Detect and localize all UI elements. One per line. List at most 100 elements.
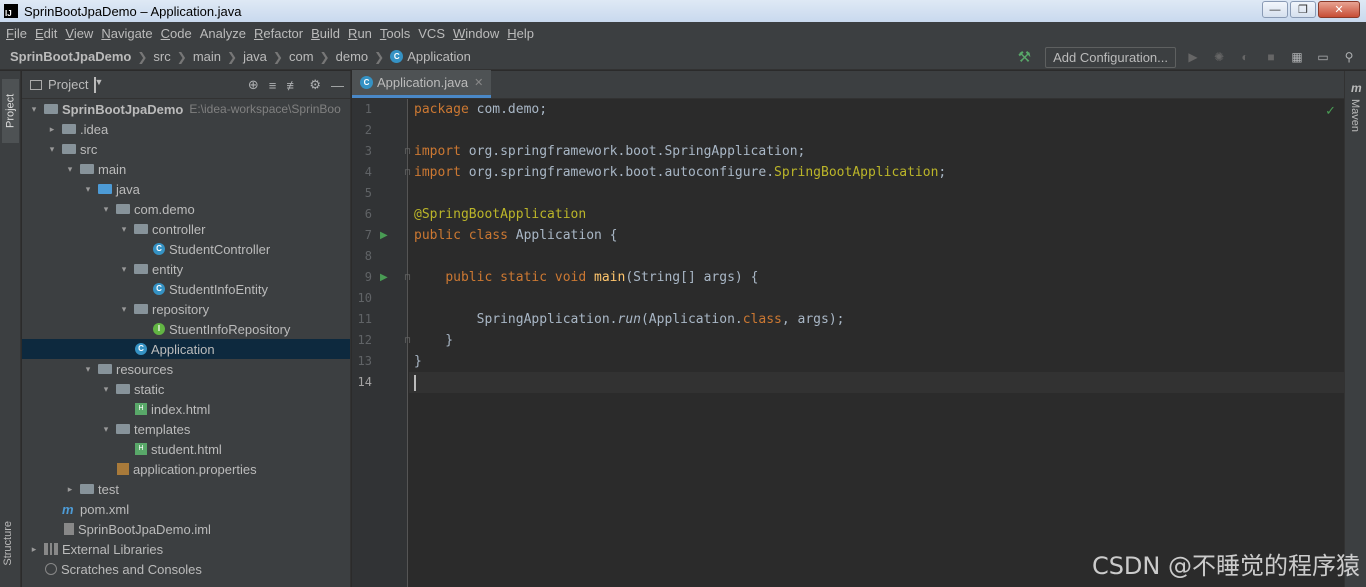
tree-node[interactable]: ▾ resources [22, 359, 350, 379]
editor-tab-application[interactable]: C Application.java ✕ [352, 70, 492, 98]
tree-node[interactable]: SprinBootJpaDemo.iml [22, 519, 350, 539]
chevron-down-icon[interactable]: ▾ [82, 184, 94, 195]
tree-node[interactable]: ▾ entity [22, 259, 350, 279]
menu-analyze[interactable]: Analyze [198, 26, 252, 41]
run-gutter-icon[interactable]: ▶ [380, 225, 388, 246]
tree-node[interactable]: ▾ repository [22, 299, 350, 319]
breadcrumb-item[interactable]: C Application [390, 49, 471, 64]
tree-node[interactable]: C Application [22, 339, 350, 359]
menu-help[interactable]: Help [505, 26, 540, 41]
menu-tools[interactable]: Tools [378, 26, 416, 41]
breadcrumb-item[interactable]: main [193, 49, 221, 64]
structure-tool-tab[interactable]: Structure [2, 521, 14, 566]
tree-node[interactable]: ▾ controller [22, 219, 350, 239]
tree-node-label: controller [152, 221, 206, 237]
tree-node[interactable]: ▸ .idea [22, 119, 350, 139]
code-text: } [414, 354, 422, 369]
menu-refactor[interactable]: Refactor [252, 26, 309, 41]
collapse-all-icon[interactable]: ≢ [286, 78, 299, 93]
menu-build[interactable]: Build [309, 26, 346, 41]
tree-node[interactable]: Scratches and Consoles [22, 559, 350, 579]
code-line: public static void main(String[] args) { [409, 267, 1344, 288]
chevron-down-icon[interactable]: ▾ [118, 224, 130, 235]
project-tool-tab[interactable]: Project [2, 79, 19, 143]
build-hammer-icon[interactable]: ⚒ [1018, 48, 1031, 66]
window-title: SprinBootJpaDemo – Application.java [24, 3, 242, 19]
breadcrumb-item[interactable]: com [289, 49, 314, 64]
expand-all-icon[interactable]: ≡ [269, 78, 277, 93]
chevron-down-icon[interactable]: ▼ [94, 76, 103, 93]
locate-file-icon[interactable]: ⊕ [248, 77, 259, 93]
tree-node[interactable]: ▾ java [22, 179, 350, 199]
code-area[interactable]: package com.demo; import org.springframew… [409, 99, 1344, 587]
breadcrumb-item[interactable]: SprinBootJpaDemo [10, 49, 131, 64]
project-structure-icon[interactable]: ▦ [1288, 50, 1306, 64]
hide-panel-icon[interactable]: — [331, 78, 344, 93]
chevron-down-icon[interactable]: ▾ [28, 104, 40, 115]
tree-node-label: .idea [80, 121, 109, 137]
package-icon [134, 264, 148, 274]
debug-icon[interactable]: ✺ [1210, 50, 1228, 64]
tree-node[interactable]: ▸ test [22, 479, 350, 499]
project-panel-title[interactable]: Project [48, 77, 88, 92]
chevron-down-icon[interactable]: ▾ [100, 424, 112, 435]
tree-node-label: SprinBootJpaDemo.iml [78, 521, 211, 537]
tree-node[interactable]: ▾ templates [22, 419, 350, 439]
menu-run[interactable]: Run [346, 26, 378, 41]
menu-edit[interactable]: Edit [33, 26, 63, 41]
menu-vcs[interactable]: VCS [416, 26, 451, 41]
chevron-down-icon[interactable]: ▾ [82, 364, 94, 375]
chevron-right-icon[interactable]: ▸ [64, 484, 76, 495]
tree-node[interactable]: I StuentInfoRepository [22, 319, 350, 339]
maven-tool-tab[interactable]: Maven [1349, 99, 1361, 132]
search-icon[interactable]: ⚲ [1340, 50, 1358, 64]
breadcrumb-item[interactable]: java [243, 49, 267, 64]
coverage-icon[interactable]: ◐ [1236, 50, 1254, 64]
tree-node[interactable]: ▾ static [22, 379, 350, 399]
tree-node[interactable]: ▾ main [22, 159, 350, 179]
add-configuration-button[interactable]: Add Configuration... [1045, 46, 1176, 68]
code-text: import org.springframework.boot.SpringAp… [414, 144, 806, 159]
chevron-down-icon[interactable]: ▾ [64, 164, 76, 175]
chevron-down-icon[interactable]: ▾ [46, 144, 58, 155]
maximize-button[interactable]: ❐ [1290, 1, 1316, 18]
tree-node[interactable]: C StudentInfoEntity [22, 279, 350, 299]
tree-node[interactable]: application.properties [22, 459, 350, 479]
menu-code[interactable]: Code [159, 26, 198, 41]
gear-icon[interactable]: ⚙ [309, 77, 321, 93]
tree-node[interactable]: ▾ SprinBootJpaDemo E:\idea-workspace\Sprin… [22, 99, 350, 119]
breadcrumb-item[interactable]: demo [336, 49, 369, 64]
tree-node[interactable]: C StudentController [22, 239, 350, 259]
chevron-right-icon: ❯ [374, 49, 385, 64]
tree-node-label: application.properties [133, 461, 257, 477]
chevron-down-icon[interactable]: ▾ [100, 384, 112, 395]
left-tool-strip: Project Structure [0, 71, 21, 587]
tree-node-label: StudentController [169, 241, 271, 257]
code-text: public static void main(String[] args) { [445, 270, 759, 285]
chevron-down-icon[interactable]: ▾ [118, 264, 130, 275]
tree-node[interactable]: m pom.xml [22, 499, 350, 519]
breadcrumb-item[interactable]: src [153, 49, 170, 64]
menu-view[interactable]: View [63, 26, 99, 41]
run-gutter-icon[interactable]: ▶ [380, 267, 388, 288]
code-line: SpringApplication.run(Application.class,… [409, 309, 1344, 330]
tree-node[interactable]: Hindex.html [22, 399, 350, 419]
run-icon[interactable]: ▶ [1184, 50, 1202, 64]
minimize-button[interactable]: — [1262, 1, 1288, 18]
layout-icon[interactable]: ▭ [1314, 50, 1332, 64]
menu-navigate[interactable]: Navigate [99, 26, 158, 41]
tree-node[interactable]: ▾ src [22, 139, 350, 159]
tree-node-label: com.demo [134, 201, 195, 217]
menu-window[interactable]: Window [451, 26, 505, 41]
stop-icon[interactable]: ■ [1262, 50, 1280, 64]
close-tab-icon[interactable]: ✕ [474, 76, 483, 89]
tree-node[interactable]: ▾ com.demo [22, 199, 350, 219]
close-button[interactable]: ✕ [1318, 1, 1360, 18]
tree-node[interactable]: Hstudent.html [22, 439, 350, 459]
menu-file[interactable]: File [4, 26, 33, 41]
chevron-right-icon[interactable]: ▸ [46, 124, 58, 135]
tree-node[interactable]: ▸ External Libraries [22, 539, 350, 559]
chevron-right-icon[interactable]: ▸ [28, 544, 40, 555]
chevron-down-icon[interactable]: ▾ [118, 304, 130, 315]
chevron-down-icon[interactable]: ▾ [100, 204, 112, 215]
